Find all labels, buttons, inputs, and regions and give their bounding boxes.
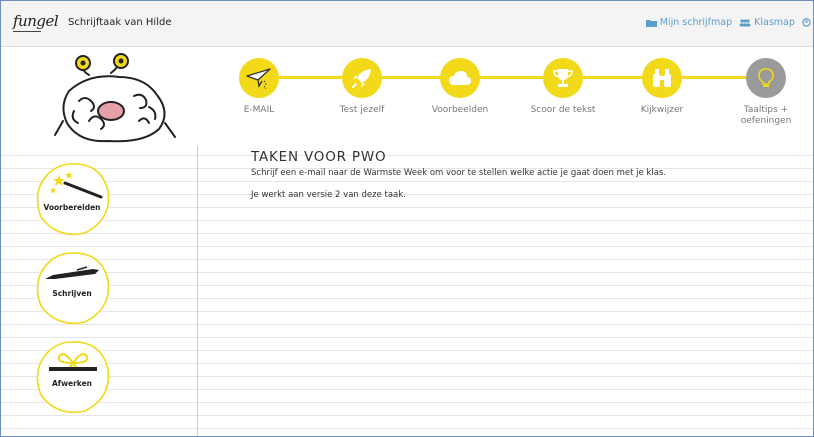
trophy-icon bbox=[553, 69, 573, 87]
step-circle bbox=[440, 58, 480, 98]
bow-icon bbox=[49, 353, 97, 372]
nav-klasmap[interactable]: Klasmap bbox=[739, 17, 795, 28]
step-label: Taaltips + oefeningen bbox=[740, 105, 792, 126]
mascot-illustration bbox=[54, 53, 176, 143]
nav-label: Klasmap bbox=[754, 17, 795, 28]
step-circle bbox=[642, 58, 682, 98]
task-description: Schrijf een e-mail naar de Warmste Week … bbox=[251, 168, 667, 178]
step-scoor-de-tekst[interactable]: Scoor de tekst bbox=[518, 58, 608, 116]
pen-icon bbox=[45, 266, 99, 279]
version-info: Je werkt aan versie 2 van deze taak. bbox=[251, 190, 406, 200]
sidebar-item-schrijven[interactable]: Schrijven bbox=[33, 250, 111, 326]
step-label: Scoor de tekst bbox=[530, 105, 596, 115]
task-title: TAKEN VOOR PWO bbox=[251, 149, 387, 165]
folder-icon bbox=[645, 19, 657, 27]
logo[interactable]: fungel bbox=[13, 12, 59, 30]
step-circle bbox=[239, 58, 279, 98]
step-test-jezelf[interactable]: Test jezelf bbox=[317, 58, 407, 116]
rocket-icon bbox=[352, 69, 371, 88]
app-window: fungel Schrijftaak van Hilde Mijn schrij… bbox=[0, 0, 814, 437]
nav-mijn-schrijfmap[interactable]: Mijn schrijfmap bbox=[645, 17, 733, 28]
step-label: Kijkwijzer bbox=[640, 105, 684, 115]
step-label: Voorbeelden bbox=[431, 105, 489, 115]
top-bar: fungel Schrijftaak van Hilde Mijn schrij… bbox=[1, 1, 813, 47]
step-circle bbox=[746, 58, 786, 98]
step-voorbeelden[interactable]: Voorbeelden bbox=[415, 58, 505, 116]
margin-line bbox=[197, 146, 198, 436]
badge-label: Afwerken bbox=[52, 379, 92, 388]
step-label: Test jezelf bbox=[339, 105, 385, 115]
page-title-bar: Schrijftaak van Hilde bbox=[68, 17, 172, 28]
step-taaltips[interactable]: Taaltips + oefeningen bbox=[721, 58, 811, 127]
lightbulb-icon bbox=[758, 68, 774, 87]
user-icon bbox=[802, 18, 811, 27]
nav-label: Mijn schrijfmap bbox=[659, 17, 733, 28]
logo-underline bbox=[13, 31, 41, 32]
top-navigation: Mijn schrijfmap Klasmap N bbox=[645, 17, 813, 28]
badge-ring bbox=[36, 252, 110, 325]
sidebar-item-afwerken[interactable]: Afwerken bbox=[33, 339, 111, 415]
badge-label: Schrijven bbox=[52, 289, 92, 298]
group-icon bbox=[739, 18, 751, 26]
nav-user[interactable]: N bbox=[802, 17, 813, 28]
step-email[interactable]: E-MAIL bbox=[214, 58, 304, 116]
badge-label: Voorbereiden bbox=[43, 203, 101, 212]
step-circle bbox=[543, 58, 583, 98]
paper-plane-icon bbox=[246, 68, 271, 89]
binoculars-icon bbox=[653, 69, 671, 87]
magic-wand-icon bbox=[49, 171, 103, 199]
cloud-icon bbox=[449, 71, 471, 85]
step-label: E-MAIL bbox=[243, 105, 275, 115]
step-circle bbox=[342, 58, 382, 98]
step-kijkwijzer[interactable]: Kijkwijzer bbox=[617, 58, 707, 116]
sidebar-item-voorbereiden[interactable]: Voorbereiden bbox=[33, 161, 111, 237]
